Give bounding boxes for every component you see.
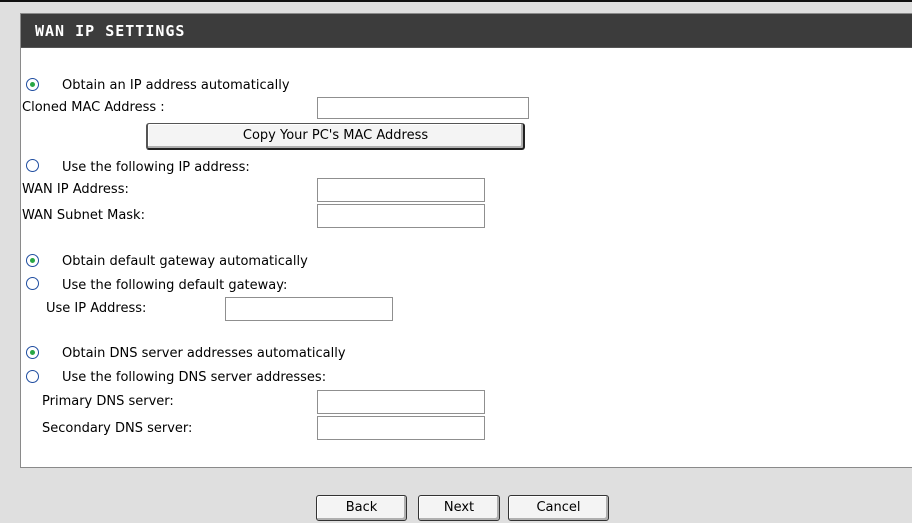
ip-manual-radio[interactable] <box>26 159 39 172</box>
ip-auto-label: Obtain an IP address automatically <box>62 78 290 93</box>
ip-manual-label: Use the following IP address: <box>62 160 250 175</box>
cloned-mac-input[interactable] <box>317 97 529 119</box>
dns-manual-label: Use the following DNS server addresses: <box>62 370 327 385</box>
gateway-manual-label: Use the following default gateway: <box>62 278 288 293</box>
gateway-manual-radio[interactable] <box>26 277 39 290</box>
copy-mac-address-button[interactable]: Copy Your PC's MAC Address <box>146 123 525 150</box>
wan-subnet-label: WAN Subnet Mask: <box>22 208 145 223</box>
gateway-auto-radio[interactable] <box>26 254 39 267</box>
next-button[interactable]: Next <box>418 495 500 521</box>
primary-dns-input[interactable] <box>317 390 485 414</box>
secondary-dns-input[interactable] <box>317 416 485 440</box>
dns-auto-label: Obtain DNS server addresses automaticall… <box>62 346 346 361</box>
primary-dns-label: Primary DNS server: <box>42 394 174 409</box>
wan-subnet-input[interactable] <box>317 204 485 228</box>
use-ip-address-label: Use IP Address: <box>46 301 147 316</box>
cancel-button[interactable]: Cancel <box>508 495 609 521</box>
gateway-ip-input[interactable] <box>225 297 393 321</box>
panel-header: WAN IP SETTINGS <box>21 14 912 48</box>
dns-auto-radio[interactable] <box>26 346 39 359</box>
cloned-mac-label: Cloned MAC Address : <box>22 100 165 115</box>
ip-auto-radio[interactable] <box>26 78 39 91</box>
wan-ip-label: WAN IP Address: <box>22 182 129 197</box>
back-button[interactable]: Back <box>316 495 407 521</box>
wan-ip-input[interactable] <box>317 178 485 202</box>
secondary-dns-label: Secondary DNS server: <box>42 421 193 436</box>
gateway-auto-label: Obtain default gateway automatically <box>62 254 308 269</box>
window-top-border <box>0 0 912 2</box>
panel-title: WAN IP SETTINGS <box>35 22 186 40</box>
dns-manual-radio[interactable] <box>26 370 39 383</box>
